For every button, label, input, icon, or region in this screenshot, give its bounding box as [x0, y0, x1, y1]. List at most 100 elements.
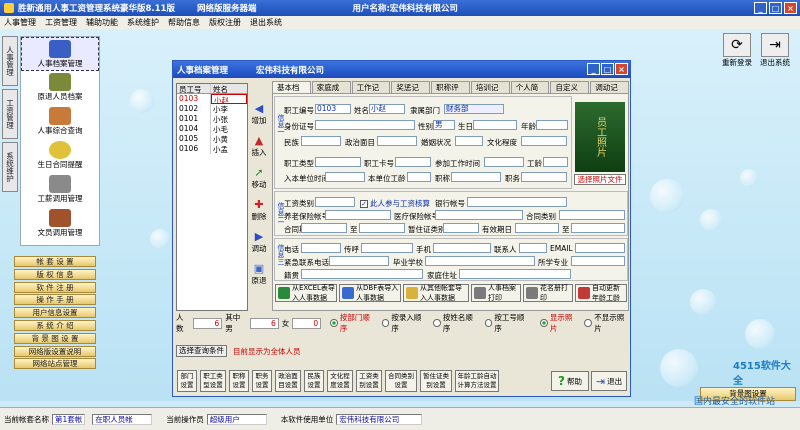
auto-update-button[interactable]: 自动更新年龄工龄 [575, 284, 627, 302]
join-date-field[interactable] [484, 157, 524, 167]
gender-select[interactable]: 男 [433, 120, 455, 130]
nav-item-retired[interactable]: 原退人员档案 [21, 71, 99, 105]
mobile-field[interactable] [433, 243, 491, 253]
type-setup-button[interactable]: 职工类型设置 [200, 370, 226, 392]
tab-training[interactable]: 培训记录 [470, 81, 510, 103]
party-select[interactable] [377, 136, 417, 146]
dialog-minimize-button[interactable]: _ [587, 63, 600, 75]
tab-transfer[interactable]: 调动记录 [590, 81, 630, 103]
contract-setup-button[interactable]: 合同类别设置 [385, 370, 417, 392]
tab-resume[interactable]: 个人简历 [510, 81, 550, 103]
ethnic-select[interactable] [301, 136, 341, 146]
menu-assist[interactable]: 辅助功能 [86, 17, 118, 28]
nav-item-salary-transfer[interactable]: 工薪调用管理 [21, 173, 99, 207]
minimize-button[interactable]: _ [754, 2, 767, 14]
copyright-button[interactable]: 版 权 信 息 [14, 268, 96, 280]
menu-help[interactable]: 帮助信息 [168, 17, 200, 28]
valid-end-field[interactable] [571, 223, 625, 233]
maximize-button[interactable]: □ [769, 2, 782, 14]
transfer-button[interactable]: ▶ 调动 [249, 229, 269, 254]
age-field[interactable] [536, 120, 568, 130]
tab-system[interactable]: 系统维护 [2, 142, 18, 192]
pension-field[interactable] [325, 210, 391, 220]
dialog-close-button[interactable]: × [615, 63, 628, 75]
title-setup-button[interactable]: 职称设置 [229, 370, 249, 392]
import-excel-button[interactable]: 从EXCEL表导入人事数据 [275, 284, 337, 302]
dialog-maximize-button[interactable]: □ [601, 63, 614, 75]
table-row[interactable]: 0102 小李 [177, 104, 247, 114]
marital-select[interactable] [455, 136, 483, 146]
sort-by-dept-radio[interactable]: 按部门顺序 [330, 312, 376, 334]
tab-rewards[interactable]: 奖惩记录 [391, 81, 431, 103]
title-select[interactable] [451, 172, 501, 182]
temp-cert-select[interactable] [443, 223, 479, 233]
tab-family[interactable]: 家庭成员 [311, 81, 351, 103]
seniority-field[interactable] [543, 157, 568, 167]
bank-field[interactable] [467, 197, 567, 207]
nav-item-birthday[interactable]: 生日合同提醒 [21, 139, 99, 173]
school-field[interactable] [425, 256, 535, 266]
dept-select[interactable]: 财务部 [444, 104, 504, 114]
dialog-exit-button[interactable]: ⇥ 退出 [591, 371, 627, 391]
hide-photo-radio[interactable]: 不显示照片 [584, 312, 630, 334]
medical-field[interactable] [435, 210, 523, 220]
menu-personnel[interactable]: 人事管理 [4, 17, 36, 28]
table-row[interactable]: 0101 小张 [177, 114, 247, 124]
major-field[interactable] [571, 256, 625, 266]
table-row[interactable]: 0103 小赵 [177, 94, 247, 105]
manual-button[interactable]: 操 作 手 册 [14, 294, 96, 306]
entry-date-field[interactable] [325, 172, 365, 182]
delete-button[interactable]: ✚ 删除 [249, 197, 269, 222]
retire-button[interactable]: ▣ 原退 [249, 261, 269, 286]
nav-item-archive[interactable]: 人事档案管理 [21, 37, 99, 71]
contract-end-field[interactable] [359, 223, 405, 233]
id-field[interactable] [315, 120, 415, 130]
emergency-field[interactable] [329, 256, 389, 266]
tab-title[interactable]: 职称评定 [431, 81, 470, 103]
network-site-button[interactable]: 网络站点管理 [14, 358, 96, 370]
background-setup-button[interactable]: 背 景 图 设 置 [14, 332, 96, 344]
select-photo-button[interactable]: 选择照片文件 [574, 174, 626, 185]
close-button[interactable]: × [784, 2, 797, 14]
post-select[interactable] [521, 172, 567, 182]
post-setup-button[interactable]: 职务设置 [252, 370, 272, 392]
birth-field[interactable] [473, 120, 517, 130]
dept-setup-button[interactable]: 部门设置 [177, 370, 197, 392]
sort-by-id-radio[interactable]: 按工号顺序 [484, 312, 531, 334]
entry-seniority-field[interactable] [407, 172, 431, 182]
user-info-button[interactable]: 用户信息设置 [14, 307, 96, 319]
add-button[interactable]: ◀ 增加 [249, 101, 269, 126]
type-select[interactable] [315, 157, 361, 167]
temp-cert-setup-button[interactable]: 暂住证类别设置 [420, 370, 452, 392]
emp-no-field[interactable]: 0103 [315, 104, 351, 114]
menu-salary[interactable]: 工资管理 [45, 17, 77, 28]
ethnic-setup-button[interactable]: 民族设置 [304, 370, 324, 392]
address-field[interactable] [459, 269, 571, 279]
employee-grid[interactable]: 员工号 姓名 0103 小赵 0102 小李 0101 小张 0104 小毛 0105 小… [176, 83, 248, 311]
contract-start-field[interactable] [301, 223, 347, 233]
pager-field[interactable] [361, 243, 413, 253]
menu-register[interactable]: 版权注册 [209, 17, 241, 28]
import-dbf-button[interactable]: 从DBF表导入人事数据 [339, 284, 401, 302]
card-field[interactable] [395, 157, 431, 167]
table-row[interactable]: 0105 小黄 [177, 134, 247, 144]
show-photo-radio[interactable]: 显示照片 [540, 312, 578, 334]
menu-system[interactable]: 系统维护 [127, 17, 159, 28]
phone-field[interactable] [301, 243, 341, 253]
import-account-button[interactable]: 从其他帐套导入人事数据 [403, 284, 469, 302]
salary-type-select[interactable] [315, 197, 355, 207]
contract-type-select[interactable] [559, 210, 625, 220]
email-field[interactable] [575, 243, 625, 253]
table-row[interactable]: 0104 小毛 [177, 124, 247, 134]
relogin-button[interactable]: ⟳ 重新登录 [722, 33, 752, 68]
sort-by-entry-radio[interactable]: 按录入顺序 [381, 312, 428, 334]
register-button[interactable]: 软 件 注 册 [14, 281, 96, 293]
insert-button[interactable]: ▲ 插入 [249, 133, 269, 158]
menu-exit[interactable]: 退出系统 [250, 17, 282, 28]
edu-setup-button[interactable]: 文化程度设置 [327, 370, 353, 392]
tab-basic[interactable]: 基本档案 [272, 81, 311, 103]
table-row[interactable]: 0106 小孟 [177, 144, 247, 154]
account-setup-button[interactable]: 帐 套 设 置 [14, 256, 96, 267]
edu-select[interactable] [521, 136, 567, 146]
nav-item-query[interactable]: 人事综合查询 [21, 105, 99, 139]
